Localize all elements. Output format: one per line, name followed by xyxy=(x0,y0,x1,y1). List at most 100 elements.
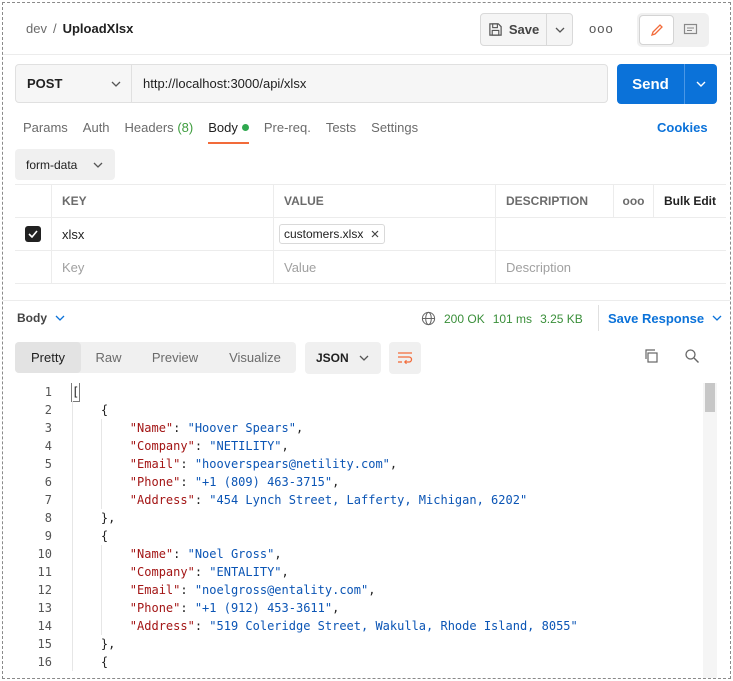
code-gutter xyxy=(52,455,72,473)
response-size[interactable]: 3.25 KB xyxy=(540,312,583,326)
json-punctuation: , xyxy=(332,475,340,489)
json-punctuation: : xyxy=(180,475,195,489)
indent-guide xyxy=(72,419,73,437)
wrap-lines-button[interactable] xyxy=(389,342,421,374)
view-tab-pretty[interactable]: Pretty xyxy=(15,342,81,373)
close-icon[interactable] xyxy=(371,230,379,238)
row-value[interactable]: customers.xlsx xyxy=(274,218,496,250)
code-line: 3 "Name": "Hoover Spears", xyxy=(3,419,703,437)
line-number: 5 xyxy=(44,457,52,471)
code-gutter xyxy=(52,491,72,509)
json-string: "519 Coleridge Street, Wakulla, Rhode Is… xyxy=(209,619,578,633)
view-tab-raw[interactable]: Raw xyxy=(81,342,136,373)
search-icon xyxy=(685,349,699,363)
code-gutter xyxy=(52,617,72,635)
edit-mode-button[interactable] xyxy=(639,15,674,45)
code-text: }, xyxy=(72,509,115,527)
description-placeholder[interactable]: Description xyxy=(496,251,726,283)
status-code[interactable]: 200 OK xyxy=(444,312,485,326)
search-button[interactable] xyxy=(684,348,700,367)
save-button[interactable]: Save xyxy=(481,14,547,45)
tab-prereq[interactable]: Pre-req. xyxy=(264,120,311,144)
cookies-link[interactable]: Cookies xyxy=(657,120,708,135)
json-key: "Company" xyxy=(129,439,195,453)
request-name[interactable]: UploadXlsx xyxy=(63,21,134,36)
code-scrollbar[interactable] xyxy=(703,383,717,678)
tab-body[interactable]: Body xyxy=(208,120,249,144)
code-scrollbar-thumb[interactable] xyxy=(705,383,715,412)
empty-checkbox-cell xyxy=(15,251,52,283)
copy-button[interactable] xyxy=(643,348,659,367)
indent-guide xyxy=(72,599,73,617)
row-description[interactable] xyxy=(496,218,726,250)
breadcrumb-env[interactable]: dev xyxy=(26,21,47,36)
response-body-select[interactable]: Body xyxy=(17,311,65,325)
json-punctuation: : xyxy=(194,565,210,579)
title-bar: dev / UploadXlsx Save ooo xyxy=(3,3,730,55)
code-text: }, xyxy=(72,635,115,653)
json-punctuation: : xyxy=(194,439,210,453)
json-punctuation: , xyxy=(281,565,289,579)
json-punctuation: , xyxy=(368,583,376,597)
save-icon xyxy=(489,23,502,36)
row-key[interactable]: xlsx xyxy=(52,218,274,250)
comment-icon xyxy=(683,23,698,35)
view-tab-preview[interactable]: Preview xyxy=(136,342,214,373)
code-line: 14 "Address": "519 Coleridge Street, Wak… xyxy=(3,617,703,635)
code-gutter xyxy=(52,419,72,437)
save-options-button[interactable] xyxy=(547,14,572,45)
tab-auth[interactable]: Auth xyxy=(83,120,110,144)
indent-guide xyxy=(72,437,73,455)
json-string: "Noel Gross" xyxy=(187,547,275,561)
json-punctuation: , xyxy=(281,439,289,453)
json-punctuation: : xyxy=(180,583,195,597)
json-punctuation: { xyxy=(100,655,109,669)
code-line: 2 { xyxy=(3,401,703,419)
line-number: 13 xyxy=(37,601,52,615)
response-time[interactable]: 101 ms xyxy=(493,312,532,326)
method-select[interactable]: POST xyxy=(16,65,132,102)
indent-guide xyxy=(72,491,73,509)
chevron-down-icon xyxy=(55,315,65,321)
code-gutter xyxy=(52,509,72,527)
globe-icon xyxy=(421,311,436,326)
send-options-button[interactable] xyxy=(685,64,717,104)
documentation-mode-button[interactable] xyxy=(674,15,707,45)
pencil-icon xyxy=(650,24,663,37)
format-select[interactable]: JSON xyxy=(305,342,381,374)
view-tab-visualize[interactable]: Visualize xyxy=(214,342,296,373)
code-line: 15 }, xyxy=(3,635,703,653)
json-key: "Address" xyxy=(129,619,195,633)
tab-headers[interactable]: Headers (8) xyxy=(125,120,194,144)
indent-guide xyxy=(100,419,102,437)
code-text: "Company": "NETILITY", xyxy=(72,437,289,455)
bulk-edit-button[interactable]: Bulk Edit xyxy=(654,185,726,217)
chevron-down-icon xyxy=(696,81,706,87)
tab-params[interactable]: Params xyxy=(23,120,68,144)
header-key: KEY xyxy=(52,185,274,217)
file-chip: customers.xlsx xyxy=(279,224,386,244)
tab-tests[interactable]: Tests xyxy=(326,120,356,144)
tab-settings[interactable]: Settings xyxy=(371,120,418,144)
send-button[interactable]: Send xyxy=(617,64,685,104)
response-code-viewer[interactable]: 1[2 {3 "Name": "Hoover Spears", 4 "Compan… xyxy=(3,383,703,678)
json-string: "hooverspears@netility.com" xyxy=(194,457,390,471)
form-data-table: KEY VALUE DESCRIPTION ooo Bulk Edit xlsx… xyxy=(15,184,726,284)
line-number: 16 xyxy=(37,655,52,669)
row-checkbox[interactable] xyxy=(25,226,41,242)
line-number: 12 xyxy=(37,583,52,597)
body-type-select[interactable]: form-data xyxy=(15,149,115,180)
table-more-button[interactable]: ooo xyxy=(614,185,654,217)
save-response-button[interactable]: Save Response xyxy=(598,305,722,331)
line-number: 9 xyxy=(44,529,52,543)
key-placeholder[interactable]: Key xyxy=(52,251,274,283)
line-number: 10 xyxy=(37,547,52,561)
url-input[interactable] xyxy=(132,65,607,102)
json-punctuation: [ xyxy=(70,383,81,402)
line-number: 8 xyxy=(44,511,52,525)
indent-guide xyxy=(72,635,73,653)
value-placeholder[interactable]: Value xyxy=(274,251,496,283)
indent-guide xyxy=(72,509,73,527)
code-line: 13 "Phone": "+1 (912) 453-3611", xyxy=(3,599,703,617)
more-actions-button[interactable]: ooo xyxy=(589,21,614,36)
